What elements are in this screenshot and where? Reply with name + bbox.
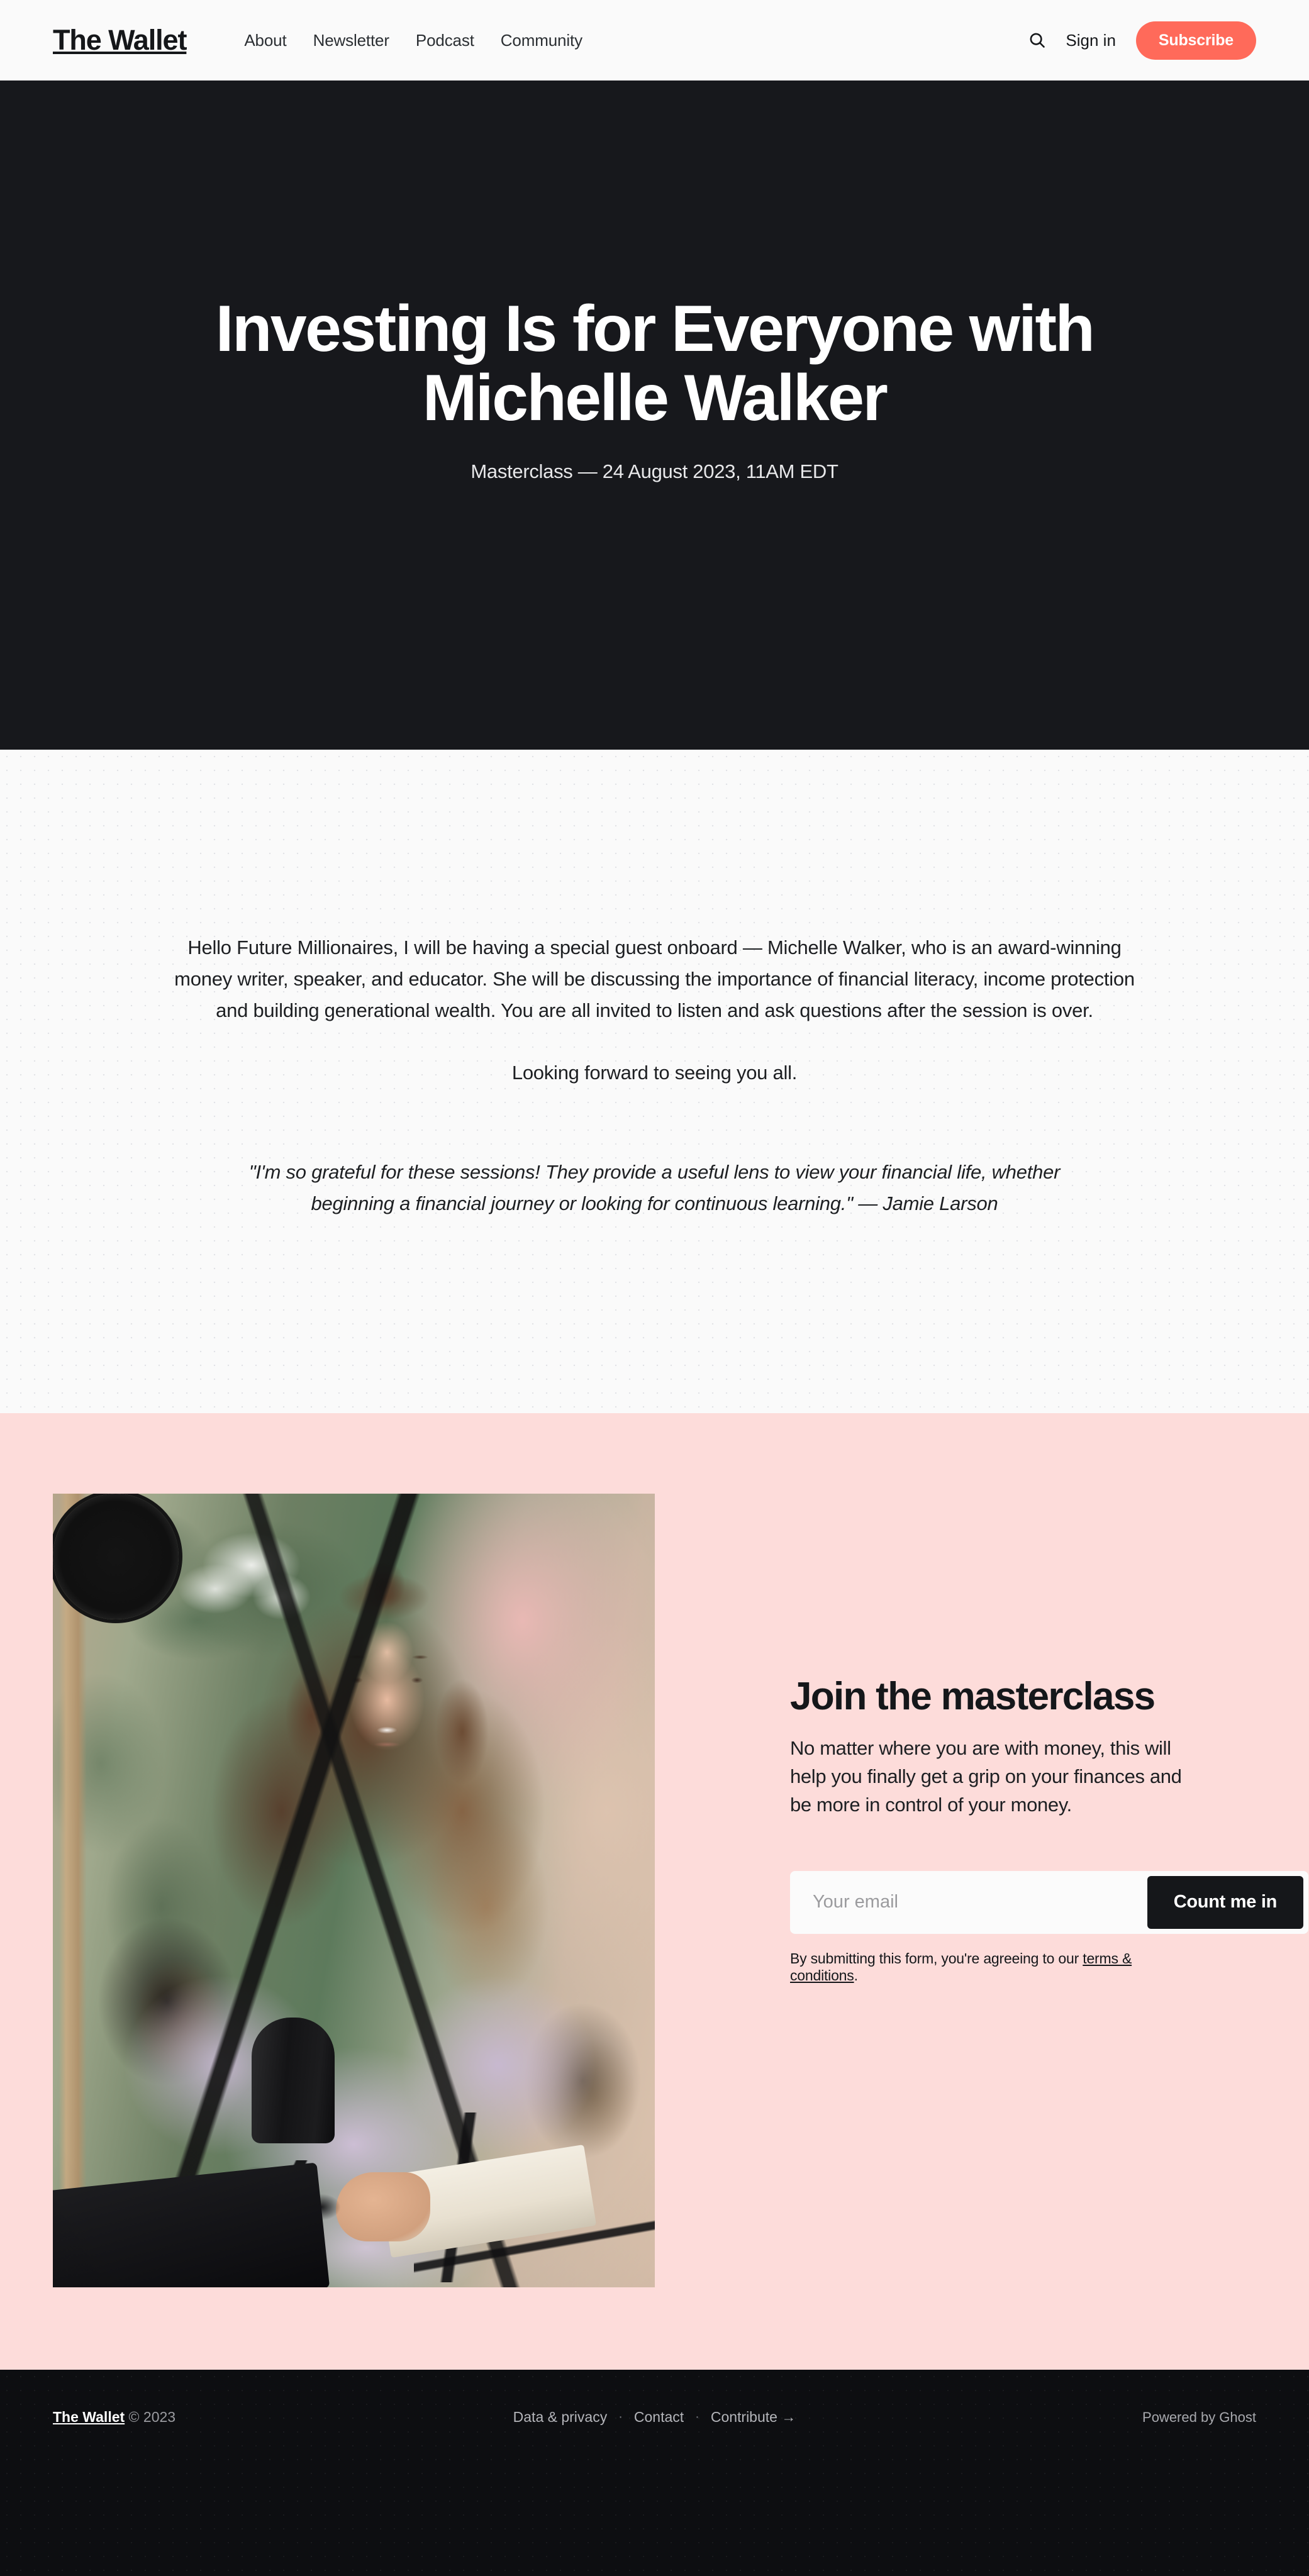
site-footer: The Wallet © 2023 Data & privacy · Conta…: [0, 2370, 1309, 2576]
cta-text-column: Join the masterclass No matter where you…: [655, 1494, 1308, 1984]
post-paragraph-2: Looking forward to seeing you all.: [511, 1061, 798, 1084]
signup-form: Count me in: [790, 1870, 1308, 1934]
nav-item-community[interactable]: Community: [501, 31, 582, 50]
post-paragraph-1: Hello Future Millionaires, I will be hav…: [174, 936, 1135, 1022]
footer-copyright-year: © 2023: [125, 2409, 176, 2425]
post-content-section: Hello Future Millionaires, I will be hav…: [0, 750, 1309, 1413]
fine-print-text-after: .: [854, 1967, 858, 1984]
nav-item-podcast[interactable]: Podcast: [416, 31, 474, 50]
podcast-host-photo: [53, 1494, 655, 2287]
count-me-in-button[interactable]: Count me in: [1147, 1875, 1303, 1929]
page-title: Investing Is for Everyone with Michelle …: [215, 292, 1095, 435]
footer-row: The Wallet © 2023 Data & privacy · Conta…: [53, 2370, 1256, 2426]
hero-section: Investing Is for Everyone with Michelle …: [0, 80, 1309, 750]
hero-meta: Masterclass — 24 August 2023, 11AM EDT: [471, 460, 838, 483]
header-actions: Sign in Subscribe: [1024, 21, 1256, 60]
form-fine-print: By submitting this form, you're agreeing…: [790, 1950, 1196, 1984]
fine-print-text-before: By submitting this form, you're agreeing…: [790, 1950, 1083, 1967]
powered-by-ghost-link[interactable]: Powered by Ghost: [1142, 2409, 1256, 2426]
footer-brand-link[interactable]: The Wallet: [53, 2409, 125, 2425]
post-testimonial-quote: "I'm so grateful for these sessions! The…: [248, 1160, 1061, 1215]
footer-link-data-privacy[interactable]: Data & privacy: [513, 2409, 608, 2426]
post-content-inner: Hello Future Millionaires, I will be hav…: [161, 932, 1149, 1219]
cta-subtitle: No matter where you are with money, this…: [790, 1736, 1182, 1816]
footer-separator-1: ·: [618, 2410, 623, 2424]
cta-section: Join the masterclass No matter where you…: [0, 1413, 1309, 2370]
subscribe-button[interactable]: Subscribe: [1135, 21, 1256, 60]
site-header: The Wallet About Newsletter Podcast Comm…: [0, 0, 1309, 80]
footer-link-contribute[interactable]: Contribute →: [711, 2409, 796, 2426]
cta-title: Join the masterclass: [790, 1675, 1156, 1718]
footer-link-contact[interactable]: Contact: [634, 2409, 684, 2426]
footer-navigation: Data & privacy · Contact · Contribute →: [513, 2409, 796, 2426]
nav-item-about[interactable]: About: [244, 31, 286, 50]
main-navigation: About Newsletter Podcast Community: [244, 31, 582, 50]
sign-in-link[interactable]: Sign in: [1066, 31, 1116, 50]
footer-copyright: The Wallet © 2023: [53, 2409, 175, 2426]
search-icon[interactable]: [1024, 27, 1050, 53]
footer-separator-2: ·: [695, 2410, 699, 2424]
nav-item-newsletter[interactable]: Newsletter: [313, 31, 389, 50]
site-logo[interactable]: The Wallet: [53, 24, 187, 57]
email-input[interactable]: [795, 1875, 1147, 1929]
